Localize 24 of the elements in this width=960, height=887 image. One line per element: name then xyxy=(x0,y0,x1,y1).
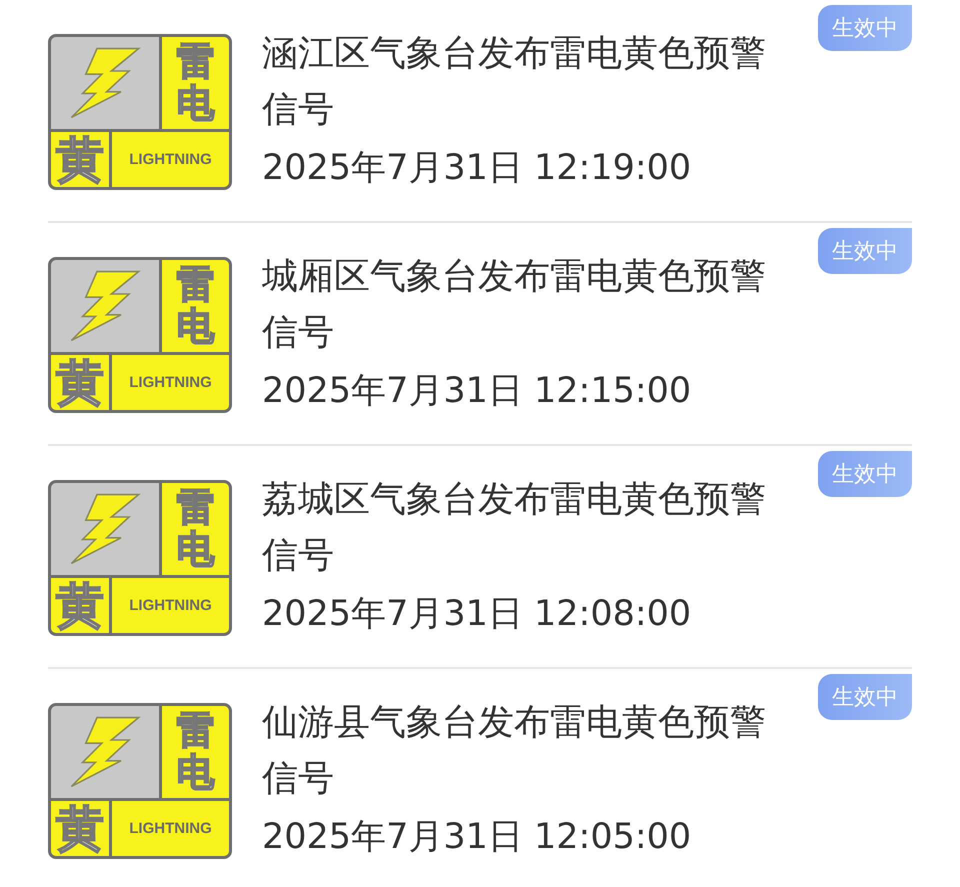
sign-name: 雷电 xyxy=(176,487,214,571)
sign-label: LIGHTNING xyxy=(129,597,212,614)
sign-level: 黄 xyxy=(56,576,104,633)
sign-name: 雷电 xyxy=(176,41,214,125)
warning-title: 城厢区气象台发布雷电黄色预警信号 xyxy=(262,255,767,355)
sign-name: 雷电 xyxy=(176,710,214,794)
sign-label: LIGHTNING xyxy=(129,374,212,391)
warning-time: 2025年7月31日 12:05:00 xyxy=(262,816,692,859)
warning-title: 仙游县气象台发布雷电黄色预警信号 xyxy=(262,701,767,801)
sign-level: 黄 xyxy=(56,800,104,856)
status-badge: 生效中 xyxy=(818,674,912,720)
sign-label: LIGHTNING xyxy=(129,820,212,837)
warning-time: 2025年7月31日 12:19:00 xyxy=(262,147,692,190)
status-badge: 生效中 xyxy=(818,5,912,51)
status-badge: 生效中 xyxy=(818,451,912,497)
sign-label: LIGHTNING xyxy=(129,151,212,168)
warning-title: 荔城区气象台发布雷电黄色预警信号 xyxy=(262,478,767,578)
sign-level: 黄 xyxy=(56,130,104,187)
sign-level: 黄 xyxy=(56,354,104,410)
sign-name: 雷电 xyxy=(176,264,214,348)
warning-time: 2025年7月31日 12:15:00 xyxy=(262,370,692,413)
warning-time: 2025年7月31日 12:08:00 xyxy=(262,593,692,636)
warning-title: 涵江区气象台发布雷电黄色预警信号 xyxy=(262,32,767,132)
status-badge: 生效中 xyxy=(818,228,912,274)
